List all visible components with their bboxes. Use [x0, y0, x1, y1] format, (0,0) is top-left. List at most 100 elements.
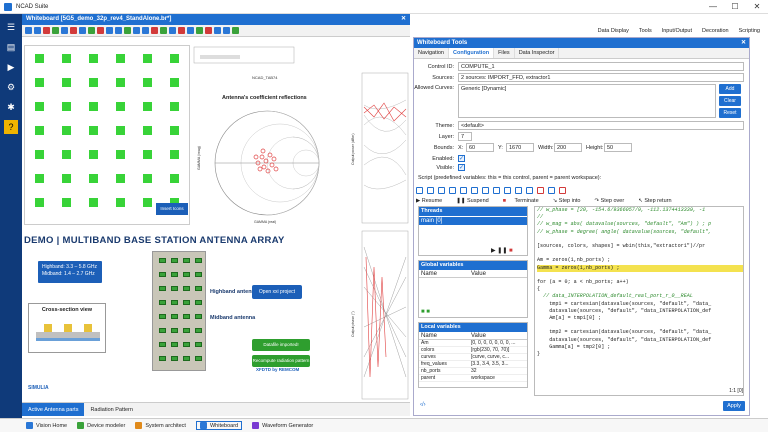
taskbar-system-architect[interactable]: System architect — [135, 422, 186, 429]
tool-icon[interactable] — [106, 27, 113, 34]
stop-icon[interactable] — [537, 186, 544, 194]
local-var-row[interactable]: nb_ports 32 — [419, 368, 527, 375]
antenna-element[interactable] — [116, 174, 125, 183]
whiteboard-close-icon[interactable]: ✕ — [401, 14, 406, 25]
antenna-element[interactable] — [35, 174, 44, 183]
bounds-height-field[interactable]: 50 — [604, 143, 632, 152]
script-tool-icon[interactable] — [482, 186, 489, 194]
tools-close-icon[interactable]: ✕ — [741, 38, 746, 48]
script-tool-icon[interactable] — [416, 186, 423, 194]
input-output-menu[interactable]: Input/Output — [662, 28, 692, 34]
antenna-element[interactable] — [170, 54, 179, 63]
script-tool-icon[interactable] — [504, 186, 511, 194]
tool-icon[interactable] — [133, 27, 140, 34]
tool-icon[interactable] — [61, 27, 68, 34]
antenna-element[interactable] — [62, 198, 71, 207]
taskbar-waveform-generator[interactable]: Waveform Generator — [252, 422, 313, 429]
tool-icon[interactable] — [79, 27, 86, 34]
tool-icon[interactable] — [25, 27, 32, 34]
recompute-button[interactable]: Recompute radiation pattern — [252, 355, 310, 367]
antenna-element[interactable] — [170, 174, 179, 183]
antenna-element[interactable] — [35, 54, 44, 63]
step-over-button[interactable]: ↷ Step over — [595, 198, 632, 204]
data-display-menu[interactable]: Data Display — [598, 28, 629, 34]
terminate-button[interactable]: ■ Terminate — [503, 198, 546, 204]
thread-main-row[interactable]: main [0] — [419, 217, 527, 225]
script-tool-icon[interactable] — [427, 186, 434, 194]
minimize-button[interactable]: — — [702, 2, 724, 11]
antenna-element[interactable] — [89, 126, 98, 135]
enabled-checkbox[interactable]: ✓ — [458, 155, 465, 162]
add-button[interactable]: Add — [719, 84, 741, 94]
tool-icon[interactable] — [196, 27, 203, 34]
suspend-button[interactable]: ❚❚ Suspend — [456, 198, 495, 204]
terminal-icon[interactable]: ▶ — [4, 60, 18, 74]
antenna-element[interactable] — [143, 174, 152, 183]
thread-suspend-icon[interactable]: ❚❚ — [497, 248, 507, 254]
tool-icon[interactable] — [160, 27, 167, 34]
tool-icon[interactable] — [124, 27, 131, 34]
close-button[interactable]: ✕ — [746, 2, 768, 11]
insert-icons-button[interactable]: Insert Icons — [156, 203, 188, 215]
script-tool-icon[interactable] — [438, 186, 445, 194]
tool-icon[interactable] — [97, 27, 104, 34]
thread-stop-icon[interactable]: ■ — [509, 248, 513, 254]
antenna-element[interactable] — [62, 126, 71, 135]
antenna-element[interactable] — [170, 150, 179, 159]
thread-resume-icon[interactable]: ▶ — [491, 248, 496, 254]
settings-icon[interactable]: ✱ — [4, 100, 18, 114]
decoration-menu[interactable]: Decoration — [702, 28, 729, 34]
bounds-width-field[interactable]: 200 — [554, 143, 582, 152]
taskbar-device-modeler[interactable]: Device modeler — [77, 422, 125, 429]
antenna-element[interactable] — [35, 150, 44, 159]
antenna-element[interactable] — [116, 198, 125, 207]
local-var-row[interactable]: curves [curve, curve, c... — [419, 354, 527, 361]
script-tool-icon[interactable] — [548, 186, 555, 194]
help-icon[interactable]: ? — [4, 120, 18, 134]
tool-icon[interactable] — [70, 27, 77, 34]
reset-button[interactable]: Reset — [719, 108, 741, 118]
antenna-element[interactable] — [89, 174, 98, 183]
local-var-row[interactable]: Am [0, 0, 0, 0, 0, 0, 0, ... — [419, 340, 527, 347]
theme-select[interactable]: <default> — [458, 121, 744, 130]
antenna-element[interactable] — [89, 102, 98, 111]
tools-menu[interactable]: Tools — [639, 28, 652, 34]
tool-icon[interactable] — [232, 27, 239, 34]
antenna-element[interactable] — [89, 54, 98, 63]
antenna-element[interactable] — [143, 198, 152, 207]
local-var-row[interactable]: colors [rgb(230, 70, 70)] — [419, 347, 527, 354]
tool-icon[interactable] — [88, 27, 95, 34]
antenna-element[interactable] — [170, 126, 179, 135]
antenna-element[interactable] — [35, 126, 44, 135]
script-tool-icon[interactable] — [515, 186, 522, 194]
tab-radiation-pattern[interactable]: Radiation Pattern — [84, 403, 139, 416]
antenna-element[interactable] — [116, 78, 125, 87]
tab-files[interactable]: Files — [494, 48, 515, 58]
global-add-icon[interactable]: ■ ■ — [421, 309, 430, 315]
antenna-element[interactable] — [35, 198, 44, 207]
tool-icon[interactable] — [178, 27, 185, 34]
layer-field[interactable]: 7 — [458, 132, 472, 141]
script-tool-icon[interactable] — [449, 186, 456, 194]
tool-icon[interactable] — [52, 27, 59, 34]
antenna-element[interactable] — [116, 126, 125, 135]
antenna-element[interactable] — [116, 102, 125, 111]
antenna-element[interactable] — [170, 78, 179, 87]
antenna-element[interactable] — [62, 102, 71, 111]
network-icon[interactable]: ⚙ — [4, 80, 18, 94]
bounds-x-field[interactable]: 60 — [466, 143, 494, 152]
tool-icon[interactable] — [187, 27, 194, 34]
maximize-button[interactable]: ☐ — [724, 2, 746, 11]
script-tool-icon[interactable] — [460, 186, 467, 194]
datafile-imported-button[interactable]: Datafile imported! — [252, 339, 310, 351]
antenna-element[interactable] — [116, 54, 125, 63]
code-editor-icon[interactable]: ‹/› — [420, 402, 426, 408]
tool-icon[interactable] — [151, 27, 158, 34]
bounds-y-field[interactable]: 1670 — [506, 143, 534, 152]
antenna-element[interactable] — [62, 150, 71, 159]
tool-icon[interactable] — [223, 27, 230, 34]
step-into-button[interactable]: ↘ Step into — [553, 198, 588, 204]
local-var-row[interactable]: freq_values [3.3, 3.4, 3.5, 3... — [419, 361, 527, 368]
tool-icon[interactable] — [169, 27, 176, 34]
antenna-element[interactable] — [62, 174, 71, 183]
